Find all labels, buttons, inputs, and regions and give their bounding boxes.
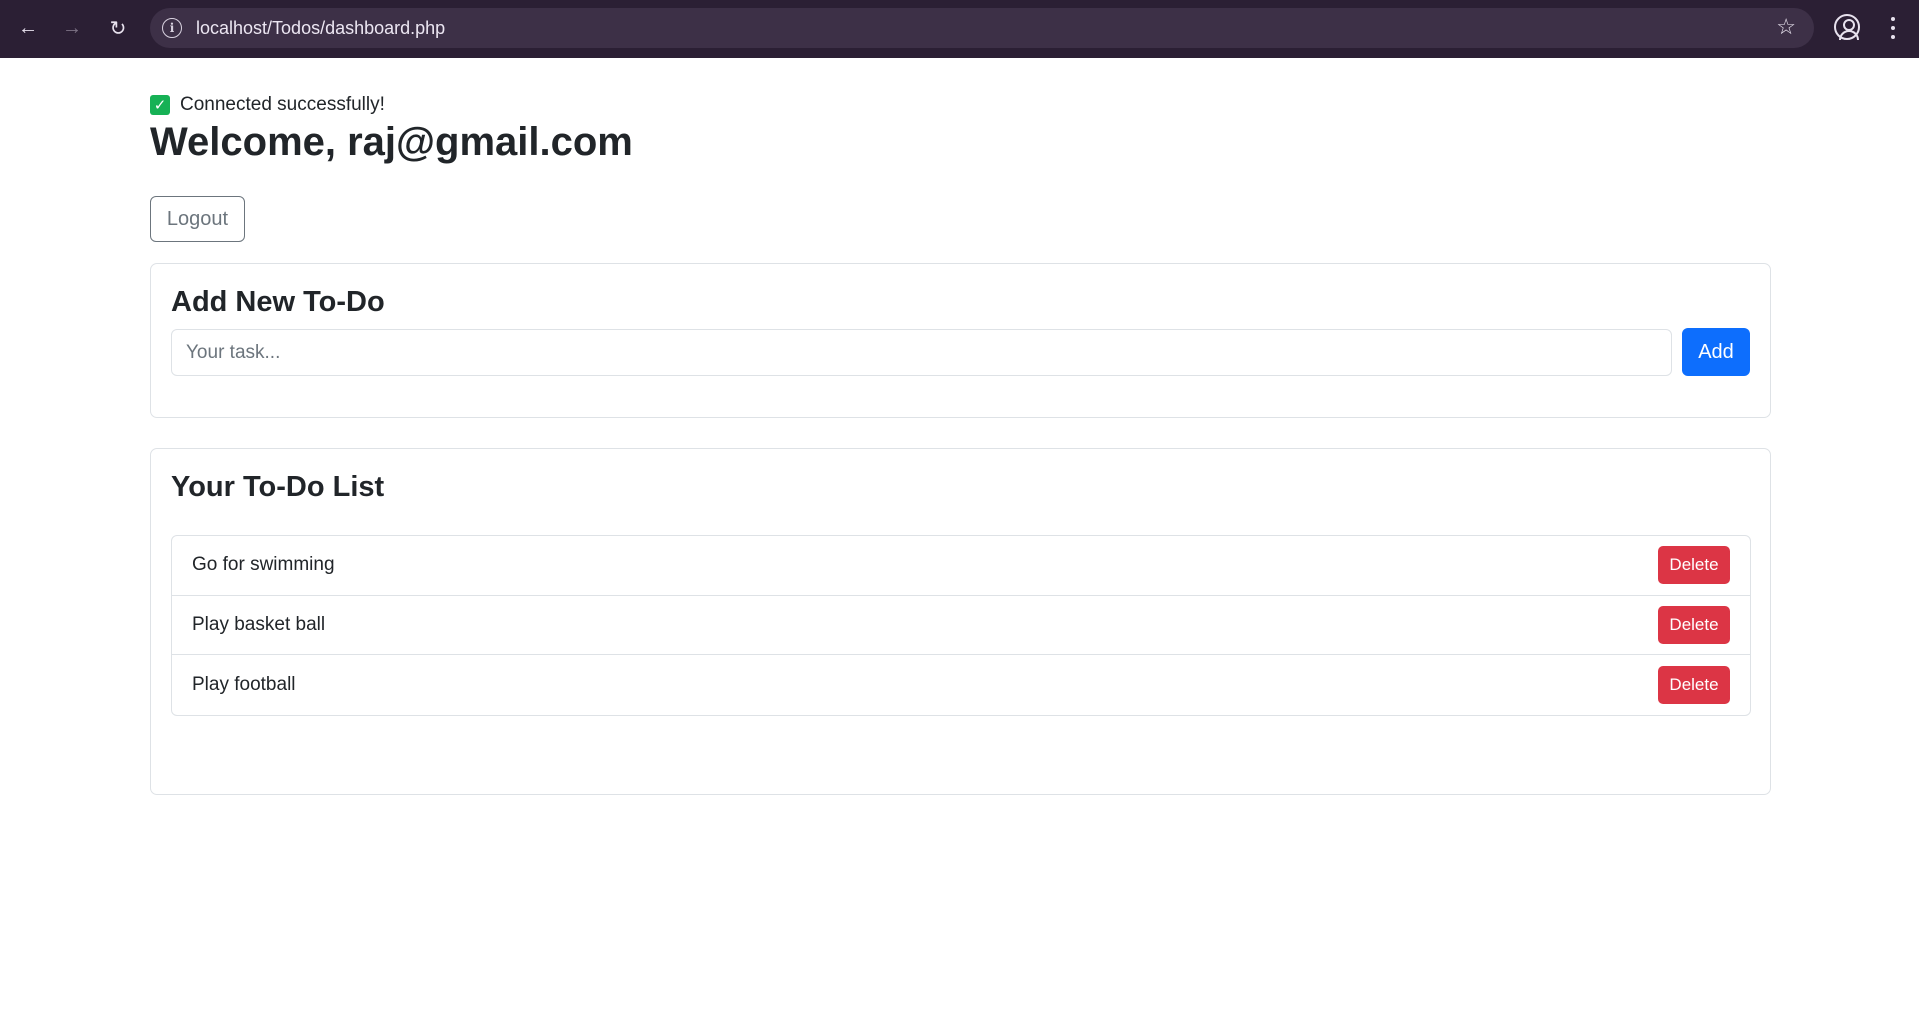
delete-button[interactable]: Delete xyxy=(1658,546,1730,585)
address-url[interactable]: localhost/Todos/dashboard.php xyxy=(196,18,445,39)
logout-button[interactable]: Logout xyxy=(150,196,245,242)
reload-icon: ↻ xyxy=(109,17,127,40)
page-title: Welcome, raj@gmail.com xyxy=(150,120,633,164)
delete-button[interactable]: Delete xyxy=(1658,605,1730,644)
add-button[interactable]: Add xyxy=(1682,328,1750,376)
add-todo-card: Add New To-Do Add xyxy=(150,263,1771,418)
address-bar[interactable]: i localhost/Todos/dashboard.php ☆ xyxy=(150,8,1814,48)
delete-button[interactable]: Delete xyxy=(1658,665,1730,704)
list-item: Go for swimming Delete xyxy=(172,536,1750,596)
add-todo-title: Add New To-Do xyxy=(171,286,385,318)
task-input[interactable] xyxy=(171,329,1672,376)
todo-text: Play basket ball xyxy=(192,613,326,635)
todo-list-card: Your To-Do List Go for swimming Delete P… xyxy=(150,448,1771,795)
todo-text: Play football xyxy=(192,673,296,695)
back-button[interactable]: ← xyxy=(12,12,44,44)
browser-toolbar: ← → ↻ i localhost/Todos/dashboard.php ☆ xyxy=(0,0,1919,58)
connection-status: ✓ Connected successfully! xyxy=(150,94,385,116)
forward-button[interactable]: → xyxy=(56,12,88,44)
check-icon: ✓ xyxy=(150,95,170,115)
list-item: Play basket ball Delete xyxy=(172,596,1750,655)
profile-icon[interactable] xyxy=(1834,14,1860,40)
star-icon[interactable]: ☆ xyxy=(1776,14,1796,40)
todo-text: Go for swimming xyxy=(192,554,335,576)
todo-list: Go for swimming Delete Play basket ball … xyxy=(171,535,1751,716)
arrow-right-icon: → xyxy=(62,16,82,39)
info-icon[interactable]: i xyxy=(162,18,182,38)
reload-button[interactable]: ↻ xyxy=(102,12,134,44)
list-item: Play football Delete xyxy=(172,655,1750,715)
arrow-left-icon: ← xyxy=(18,16,38,39)
todo-list-title: Your To-Do List xyxy=(171,471,385,503)
status-text: Connected successfully! xyxy=(180,94,385,115)
kebab-menu-icon[interactable] xyxy=(1880,14,1906,42)
